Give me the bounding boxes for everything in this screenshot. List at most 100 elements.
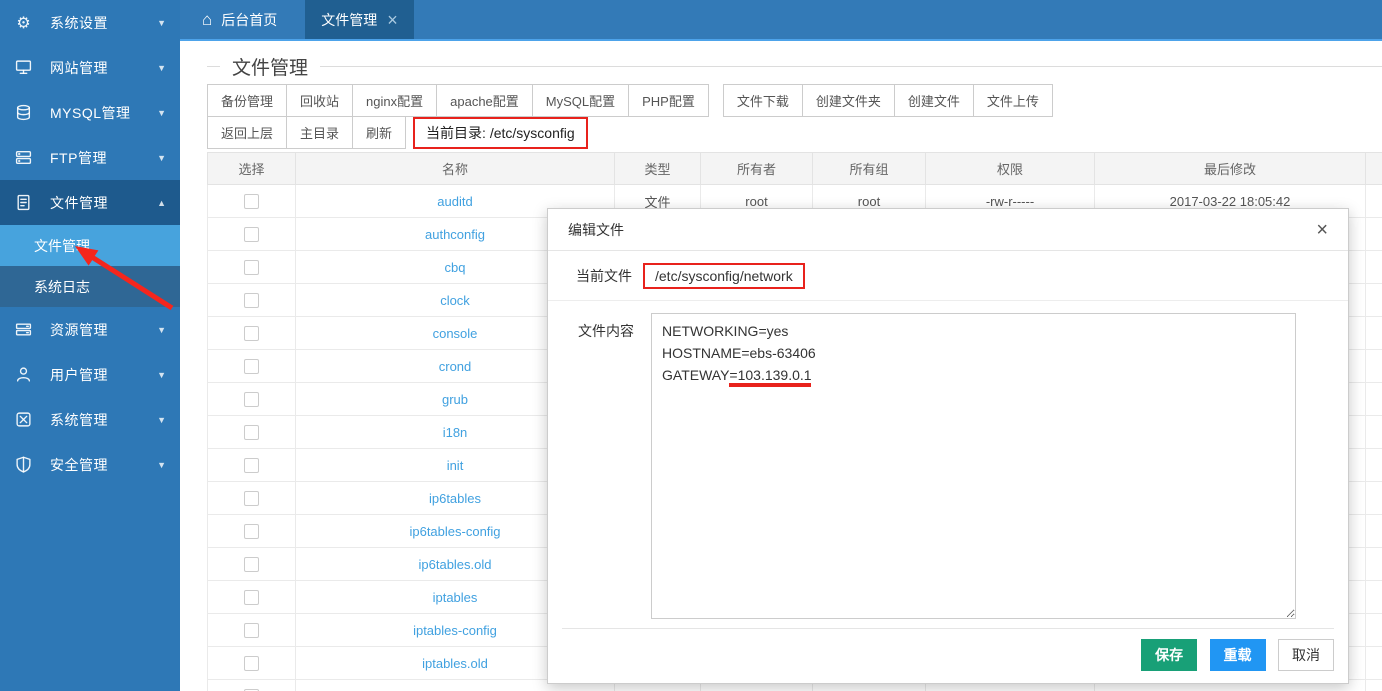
row-checkbox[interactable] bbox=[244, 491, 259, 506]
current-directory-label: 当前目录: /etc/sysconfig bbox=[413, 117, 588, 149]
file-link[interactable]: iptables-config bbox=[413, 623, 497, 638]
nginx-config-button[interactable]: nginx配置 bbox=[352, 84, 437, 117]
go-up-button[interactable]: 返回上层 bbox=[207, 116, 287, 149]
save-button[interactable]: 保存 bbox=[1141, 639, 1197, 671]
php-config-button[interactable]: PHP配置 bbox=[628, 84, 709, 117]
select-cell bbox=[208, 251, 296, 284]
resource-icon bbox=[14, 321, 33, 338]
file-link[interactable]: i18n bbox=[443, 425, 468, 440]
select-cell bbox=[208, 647, 296, 680]
extra-cell bbox=[1366, 218, 1382, 251]
apache-config-button[interactable]: apache配置 bbox=[436, 84, 533, 117]
file-link[interactable]: ip6tables.old bbox=[419, 557, 492, 572]
file-download-button[interactable]: 文件下载 bbox=[723, 84, 803, 117]
monitor-icon bbox=[14, 59, 33, 76]
select-cell bbox=[208, 581, 296, 614]
sidebar-item-label: 文件管理 bbox=[50, 193, 157, 213]
sidebar-item-system[interactable]: 系统管理 ▼ bbox=[0, 397, 180, 442]
tools-icon bbox=[14, 411, 33, 428]
select-cell bbox=[208, 416, 296, 449]
backup-manage-button[interactable]: 备份管理 bbox=[207, 84, 287, 117]
sidebar-item-users[interactable]: 用户管理 ▼ bbox=[0, 352, 180, 397]
row-checkbox[interactable] bbox=[244, 524, 259, 539]
cancel-button[interactable]: 取消 bbox=[1278, 639, 1334, 671]
file-content-textarea[interactable]: NETWORKING=yes HOSTNAME=ebs-63406 GATEWA… bbox=[651, 313, 1296, 619]
row-checkbox[interactable] bbox=[244, 392, 259, 407]
file-upload-button[interactable]: 文件上传 bbox=[973, 84, 1053, 117]
extra-cell bbox=[1366, 515, 1382, 548]
select-cell bbox=[208, 449, 296, 482]
file-link[interactable]: grub bbox=[442, 392, 468, 407]
create-folder-button[interactable]: 创建文件夹 bbox=[802, 84, 895, 117]
sidebar-item-ftp[interactable]: FTP管理 ▼ bbox=[0, 135, 180, 180]
create-file-button[interactable]: 创建文件 bbox=[894, 84, 974, 117]
sidebar-item-security[interactable]: 安全管理 ▼ bbox=[0, 442, 180, 487]
col-extra bbox=[1366, 153, 1382, 185]
file-link[interactable]: authconfig bbox=[425, 227, 485, 242]
tab-file-management[interactable]: 文件管理 × bbox=[305, 0, 414, 39]
sidebar-item-mysql[interactable]: MYSQL管理 ▼ bbox=[0, 90, 180, 135]
recycle-bin-button[interactable]: 回收站 bbox=[286, 84, 353, 117]
home-dir-button[interactable]: 主目录 bbox=[286, 116, 353, 149]
panel-border bbox=[207, 66, 1382, 67]
refresh-button[interactable]: 刷新 bbox=[352, 116, 406, 149]
file-link[interactable]: init bbox=[447, 458, 464, 473]
col-modified: 最后修改 bbox=[1095, 153, 1366, 185]
select-cell bbox=[208, 614, 296, 647]
reload-button[interactable]: 重载 bbox=[1210, 639, 1266, 671]
col-owner: 所有者 bbox=[701, 153, 813, 185]
chevron-up-icon: ▲ bbox=[157, 198, 166, 208]
sidebar-item-website[interactable]: 网站管理 ▼ bbox=[0, 45, 180, 90]
file-link[interactable]: clock bbox=[440, 293, 470, 308]
sidebar: ⚙ 系统设置 ▼ 网站管理 ▼ MYSQL管理 ▼ FTP管理 ▼ 文件管理 ▲… bbox=[0, 0, 180, 691]
modal-footer: 保存 重载 取消 bbox=[562, 628, 1334, 671]
col-type: 类型 bbox=[615, 153, 701, 185]
sidebar-item-system-settings[interactable]: ⚙ 系统设置 ▼ bbox=[0, 0, 180, 45]
row-checkbox[interactable] bbox=[244, 260, 259, 275]
close-icon[interactable]: × bbox=[387, 11, 398, 29]
chevron-down-icon: ▼ bbox=[157, 325, 166, 335]
row-checkbox[interactable] bbox=[244, 425, 259, 440]
mysql-config-button[interactable]: MySQL配置 bbox=[532, 84, 629, 117]
sidebar-item-label: MYSQL管理 bbox=[50, 103, 157, 123]
current-file-value: /etc/sysconfig/network bbox=[643, 263, 805, 289]
sidebar-subitem-file-management[interactable]: 文件管理 bbox=[0, 225, 180, 266]
chevron-down-icon: ▼ bbox=[157, 63, 166, 73]
chevron-down-icon: ▼ bbox=[157, 415, 166, 425]
tab-dashboard-home[interactable]: ⌂ 后台首页 bbox=[186, 0, 293, 39]
sidebar-subitem-system-log[interactable]: 系统日志 bbox=[0, 266, 180, 307]
file-icon bbox=[14, 194, 33, 211]
extra-cell bbox=[1366, 416, 1382, 449]
file-link[interactable]: auditd bbox=[437, 194, 472, 209]
row-checkbox[interactable] bbox=[244, 590, 259, 605]
row-checkbox[interactable] bbox=[244, 557, 259, 572]
file-link[interactable]: iptables.old bbox=[422, 656, 488, 671]
row-checkbox[interactable] bbox=[244, 359, 259, 374]
home-icon: ⌂ bbox=[202, 11, 212, 28]
row-checkbox[interactable] bbox=[244, 656, 259, 671]
chevron-down-icon: ▼ bbox=[157, 370, 166, 380]
file-link[interactable]: iptables bbox=[433, 590, 478, 605]
file-link[interactable]: cbq bbox=[445, 260, 466, 275]
file-content-row: 文件内容 NETWORKING=yes HOSTNAME=ebs-63406 G… bbox=[548, 301, 1348, 619]
sidebar-item-label: 系统管理 bbox=[50, 410, 157, 430]
row-checkbox[interactable] bbox=[244, 194, 259, 209]
close-icon[interactable]: × bbox=[1316, 220, 1328, 240]
row-checkbox[interactable] bbox=[244, 293, 259, 308]
extra-cell bbox=[1366, 317, 1382, 350]
sidebar-item-file-management[interactable]: 文件管理 ▲ bbox=[0, 180, 180, 225]
table-header-row: 选择 名称 类型 所有者 所有组 权限 最后修改 bbox=[208, 153, 1382, 185]
modal-header: 编辑文件 × bbox=[548, 209, 1348, 251]
row-checkbox[interactable] bbox=[244, 326, 259, 341]
row-checkbox[interactable] bbox=[244, 227, 259, 242]
file-link[interactable]: ip6tables bbox=[429, 491, 481, 506]
file-link[interactable]: crond bbox=[439, 359, 472, 374]
extra-cell bbox=[1366, 449, 1382, 482]
file-link[interactable]: ip6tables-config bbox=[409, 524, 500, 539]
row-checkbox[interactable] bbox=[244, 623, 259, 638]
row-checkbox[interactable] bbox=[244, 458, 259, 473]
file-link[interactable]: console bbox=[433, 326, 478, 341]
edit-file-modal: 编辑文件 × 当前文件 /etc/sysconfig/network 文件内容 … bbox=[547, 208, 1349, 684]
sidebar-item-resources[interactable]: 资源管理 ▼ bbox=[0, 307, 180, 352]
select-cell bbox=[208, 383, 296, 416]
